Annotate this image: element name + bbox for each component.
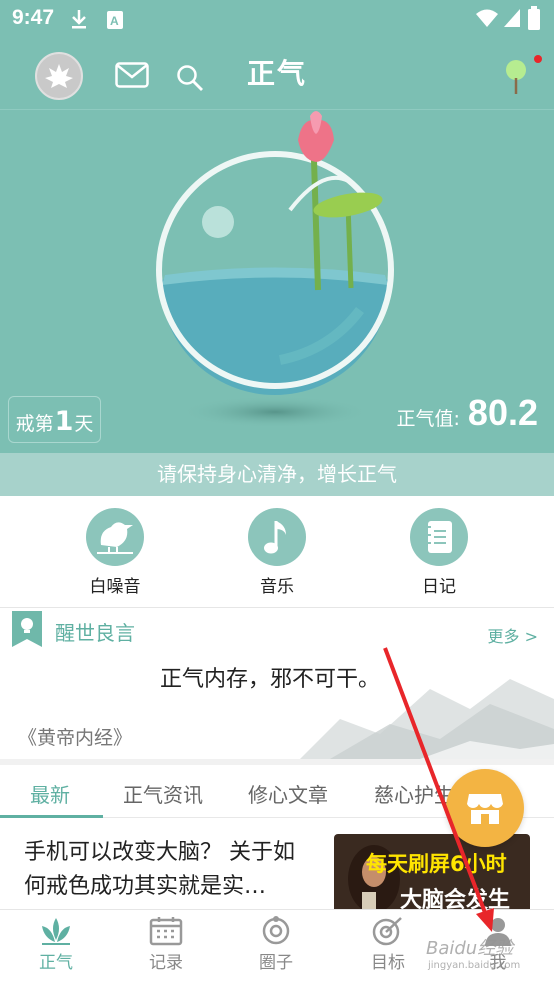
article-thumbnail: 每天刷屏6小时 大脑会发生 (334, 834, 530, 914)
tab-mind-articles[interactable]: 修心文章 (248, 779, 328, 808)
article-title: 手机可以改变大脑？ 关于如何戒色成功其实就是实… (24, 840, 295, 899)
thumbnail-caption-top: 每天刷屏6小时 (366, 852, 507, 876)
keyboard-icon: A (107, 11, 123, 29)
streak-counter: 戒第 1 天 (8, 396, 101, 443)
nav-circle[interactable]: 圈子 (236, 916, 316, 973)
quote-card[interactable]: 醒世良言 更多 > 正气内存，邪不可干。 《黄帝内经》 (0, 609, 554, 759)
tab-compassion[interactable]: 慈心护生 (374, 779, 454, 808)
diary-button[interactable]: 日记 (379, 508, 499, 597)
quote-source: 《黄帝内经》 (18, 727, 133, 749)
wifi-icon (476, 9, 498, 27)
battery-icon (528, 6, 540, 30)
watermark: Baidu经验 (426, 938, 514, 959)
avatar[interactable] (35, 52, 83, 100)
store-fab[interactable] (446, 769, 524, 847)
music-note-icon (248, 508, 306, 566)
quote-text: 正气内存，邪不可干。 (159, 667, 380, 692)
app-screen: 9:47 A 正气 戒第 1 天 正气值: 80.2 请保持身心清净，增长正气 … (0, 0, 554, 984)
score-display: 正气值: 80.2 (397, 392, 538, 434)
download-icon (72, 10, 86, 29)
lotus-icon (42, 918, 70, 945)
nav-zhengqi[interactable]: 正气 (16, 916, 96, 973)
nav-records[interactable]: 记录 (126, 916, 206, 973)
app-header: 正气 (0, 38, 554, 110)
white-noise-label: 白噪音 (89, 577, 141, 597)
mail-icon[interactable] (115, 62, 149, 88)
quick-actions: 白噪音 音乐 日记 (0, 496, 554, 608)
search-icon[interactable] (176, 64, 204, 92)
nav-label-goals: 目标 (371, 953, 405, 973)
status-time: 9:47 (12, 6, 55, 29)
calendar-icon (149, 917, 183, 946)
diary-label: 日记 (422, 577, 456, 597)
bird-icon (86, 508, 144, 566)
nav-goals[interactable]: 目标 (348, 916, 428, 973)
nav-label-records: 记录 (149, 953, 183, 973)
nav-label-zhengqi: 正气 (39, 953, 73, 973)
notebook-icon (410, 508, 468, 566)
streak-suffix: 天 (74, 413, 94, 435)
signal-icon (504, 9, 520, 27)
music-label: 音乐 (260, 577, 294, 597)
quote-section-title: 醒世良言 (55, 621, 135, 645)
tree-icon[interactable] (502, 54, 546, 96)
bookmark-bulb-icon (12, 611, 42, 647)
tab-latest[interactable]: 最新 (30, 779, 70, 808)
status-bar: 9:47 A (0, 0, 554, 38)
streak-prefix: 戒第 (15, 413, 54, 435)
tab-news[interactable]: 正气资讯 (123, 779, 203, 808)
circle-community-icon (262, 916, 290, 945)
page-title: 正气 (247, 57, 308, 90)
nav-label-circle: 圈子 (259, 953, 293, 973)
quote-more-link[interactable]: 更多 > (488, 623, 539, 647)
motto-banner: 请保持身心清净，增长正气 (0, 453, 554, 496)
target-icon (372, 917, 402, 946)
watermark-url: jingyan.baidu.com (428, 960, 521, 971)
lotus-leaf-icon (45, 64, 73, 88)
music-button[interactable]: 音乐 (217, 508, 337, 597)
white-noise-button[interactable]: 白噪音 (55, 508, 175, 597)
shop-icon (467, 794, 503, 824)
streak-days: 1 (54, 406, 74, 437)
score-value: 80.2 (467, 392, 538, 433)
score-label: 正气值: (396, 408, 460, 430)
svg-text:A: A (110, 14, 119, 28)
